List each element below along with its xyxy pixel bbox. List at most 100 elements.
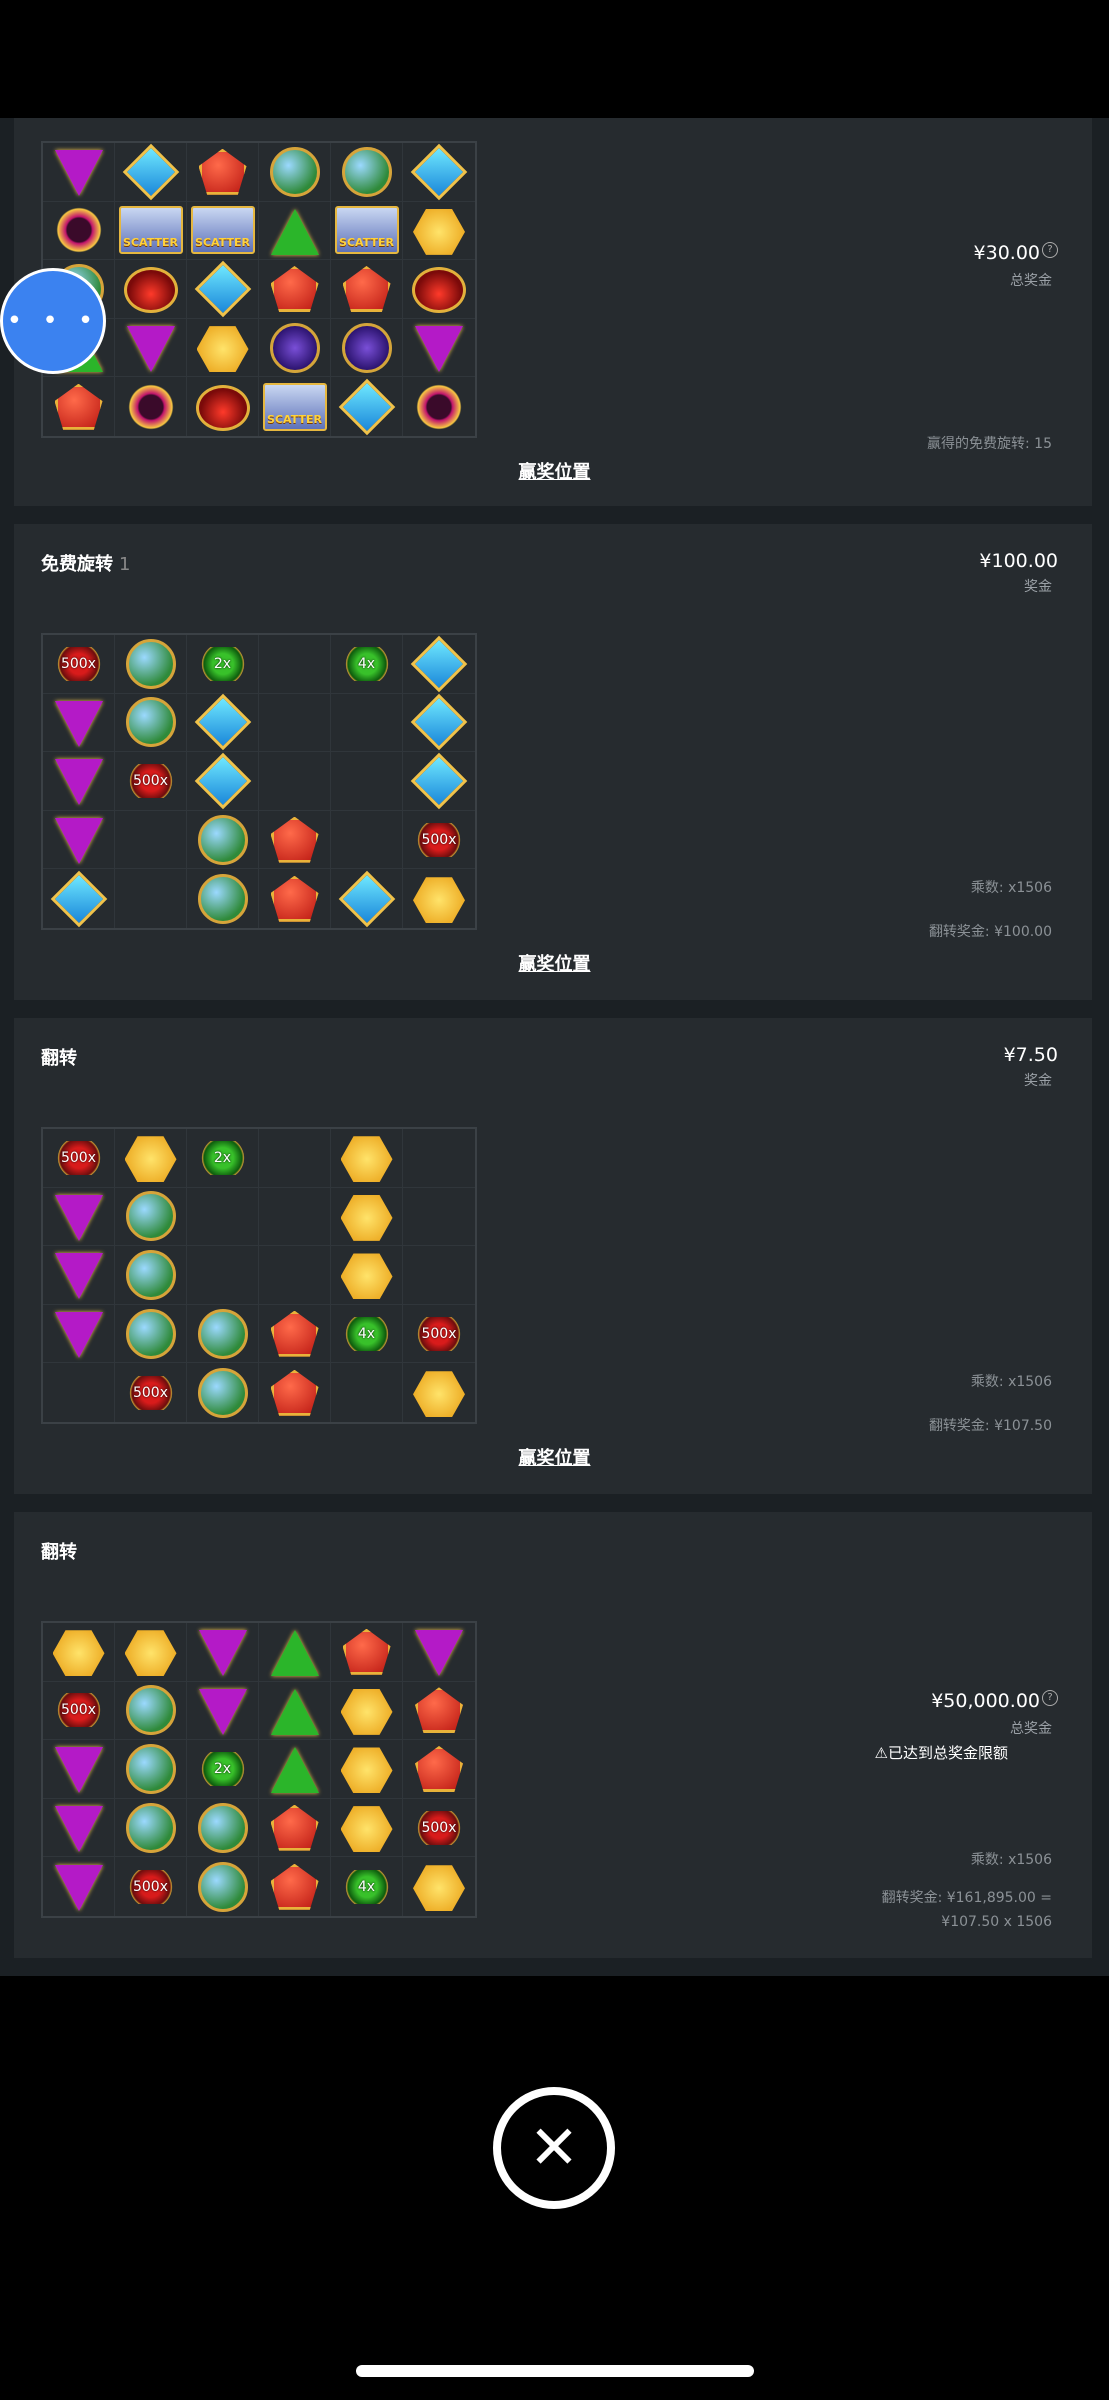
help-icon[interactable]: ? xyxy=(1042,1690,1058,1706)
dia-gem-icon xyxy=(338,378,395,435)
winning-positions-link[interactable]: 赢奖位置 xyxy=(0,458,1109,484)
hex-gem-icon xyxy=(413,1371,465,1418)
dia-gem-icon xyxy=(338,870,395,927)
multiplier-symbol: 500x xyxy=(48,646,109,681)
warning-icon: ⚠ xyxy=(874,1744,888,1762)
reel-cell xyxy=(115,810,187,870)
reel-cell xyxy=(43,1363,115,1422)
reel-cell: 500x xyxy=(43,1129,115,1188)
reel-cell xyxy=(331,1740,403,1799)
orb-gem-icon xyxy=(197,1308,248,1359)
reel-cell xyxy=(115,1798,187,1858)
reel-cell xyxy=(259,1363,331,1422)
reel-grid-3: 500x 2x 4x 500x 500x xyxy=(41,1127,477,1424)
reel-cell xyxy=(43,869,115,928)
reel-cell xyxy=(403,202,475,261)
reel-cell: 500x xyxy=(403,811,475,870)
reel-cell xyxy=(187,1304,259,1364)
winning-positions-link[interactable]: 赢奖位置 xyxy=(0,950,1109,976)
close-button[interactable]: ✕ xyxy=(493,2087,615,2209)
reel-cell xyxy=(115,1681,187,1741)
dia-gem-icon xyxy=(194,752,251,810)
tri-gem-icon xyxy=(415,1630,463,1677)
tri-gem-icon xyxy=(198,1688,247,1735)
reel-cell xyxy=(187,1681,259,1741)
tri-gem-icon xyxy=(415,326,463,373)
reel-cell xyxy=(259,752,331,811)
reel-cell xyxy=(43,1857,115,1916)
reel-cell: 4x xyxy=(331,635,403,694)
card-title: 免费旋转 1 xyxy=(41,554,131,575)
scatter-symbol: SCATTER xyxy=(262,382,327,431)
multiplier-symbol: 2x xyxy=(192,646,253,681)
reel-cell xyxy=(259,201,331,261)
more-options-button[interactable]: • • • xyxy=(0,268,106,374)
reel-cell xyxy=(403,1623,475,1682)
reel-cell xyxy=(331,1623,403,1682)
reel-cell xyxy=(43,377,115,436)
dia-gem-icon xyxy=(194,260,251,318)
pent-gem-icon xyxy=(342,265,391,312)
reel-cell xyxy=(187,318,259,378)
orb-gem-icon xyxy=(125,1743,176,1794)
reel-cell xyxy=(43,752,115,811)
pent-gem-icon xyxy=(415,1745,463,1792)
multiplier-symbol: 500x xyxy=(120,1375,181,1410)
reel-cell xyxy=(331,1363,403,1422)
pent-gem-icon xyxy=(270,1369,319,1416)
reel-cell xyxy=(259,1623,331,1682)
win-label: 奖金 xyxy=(1024,579,1052,595)
help-icon[interactable]: ? xyxy=(1042,242,1058,258)
dia-gem-icon xyxy=(410,635,468,693)
reel-cell xyxy=(115,635,187,694)
tri-gem-icon xyxy=(54,759,103,806)
reel-cell xyxy=(403,1682,475,1741)
reel-cell xyxy=(43,693,115,753)
hex-gem-icon xyxy=(124,1136,177,1183)
multiplier-text: 乘数: x1506 xyxy=(970,1852,1052,1868)
hex-gem-icon xyxy=(340,1806,393,1853)
round-card-2: 免费旋转 1 ¥100.00 奖金 500x 2x 4x 500x 500x 乘数: x1… xyxy=(14,524,1092,1000)
reel-cell xyxy=(331,810,403,870)
reel-cell: 2x xyxy=(187,1740,259,1799)
reel-cell xyxy=(187,1363,259,1422)
reel-cell xyxy=(187,810,259,870)
reel-cell xyxy=(259,1246,331,1305)
reel-cell: SCATTER xyxy=(187,201,259,261)
total-win-amount: ¥30.00? xyxy=(974,242,1058,264)
reel-cell xyxy=(259,1129,331,1188)
reel-cell xyxy=(259,869,331,928)
orb-gem-icon xyxy=(125,1308,176,1359)
multiplier-symbol: 500x xyxy=(48,1693,109,1728)
reel-cell xyxy=(43,143,115,202)
orb-gem-icon xyxy=(269,146,320,197)
round-card-3: 翻转 ¥7.50 奖金 500x 2x 4x 500x 500x 乘数: x1506 翻… xyxy=(14,1018,1092,1494)
hex-gem-icon xyxy=(196,326,249,373)
pent-gem-icon xyxy=(270,1863,319,1910)
reel-cell: 4x xyxy=(331,1304,403,1364)
win-label: 奖金 xyxy=(1024,1073,1052,1089)
round-card-1: SCATTER SCATTER SCATTER SCATTER ¥30.00? 总奖金… xyxy=(14,118,1092,506)
reel-cell xyxy=(331,260,403,319)
reel-cell xyxy=(115,1246,187,1305)
tri-gem-icon xyxy=(54,1865,103,1912)
dia-gem-icon xyxy=(410,752,468,810)
home-indicator[interactable] xyxy=(356,2365,754,2377)
hex-gem-icon xyxy=(340,1747,393,1794)
reel-cell: 500x xyxy=(115,752,187,811)
reel-cell: SCATTER xyxy=(331,201,403,261)
dia-gem-icon xyxy=(50,870,107,927)
tri-g-gem-icon xyxy=(270,1688,319,1735)
reel-cell xyxy=(187,869,259,928)
hex-gem-icon xyxy=(52,1630,105,1677)
winning-positions-link[interactable]: 赢奖位置 xyxy=(0,1444,1109,1470)
hex-gem-icon xyxy=(124,1630,177,1677)
reel-cell: 4x xyxy=(331,1857,403,1916)
multiplier-symbol: 500x xyxy=(120,1869,181,1904)
crown-gem-icon xyxy=(412,267,466,314)
reel-cell xyxy=(187,1623,259,1682)
reel-cell xyxy=(115,693,187,753)
reel-cell xyxy=(115,1187,187,1247)
reel-cell xyxy=(115,143,187,202)
tri-gem-icon xyxy=(54,1194,103,1241)
